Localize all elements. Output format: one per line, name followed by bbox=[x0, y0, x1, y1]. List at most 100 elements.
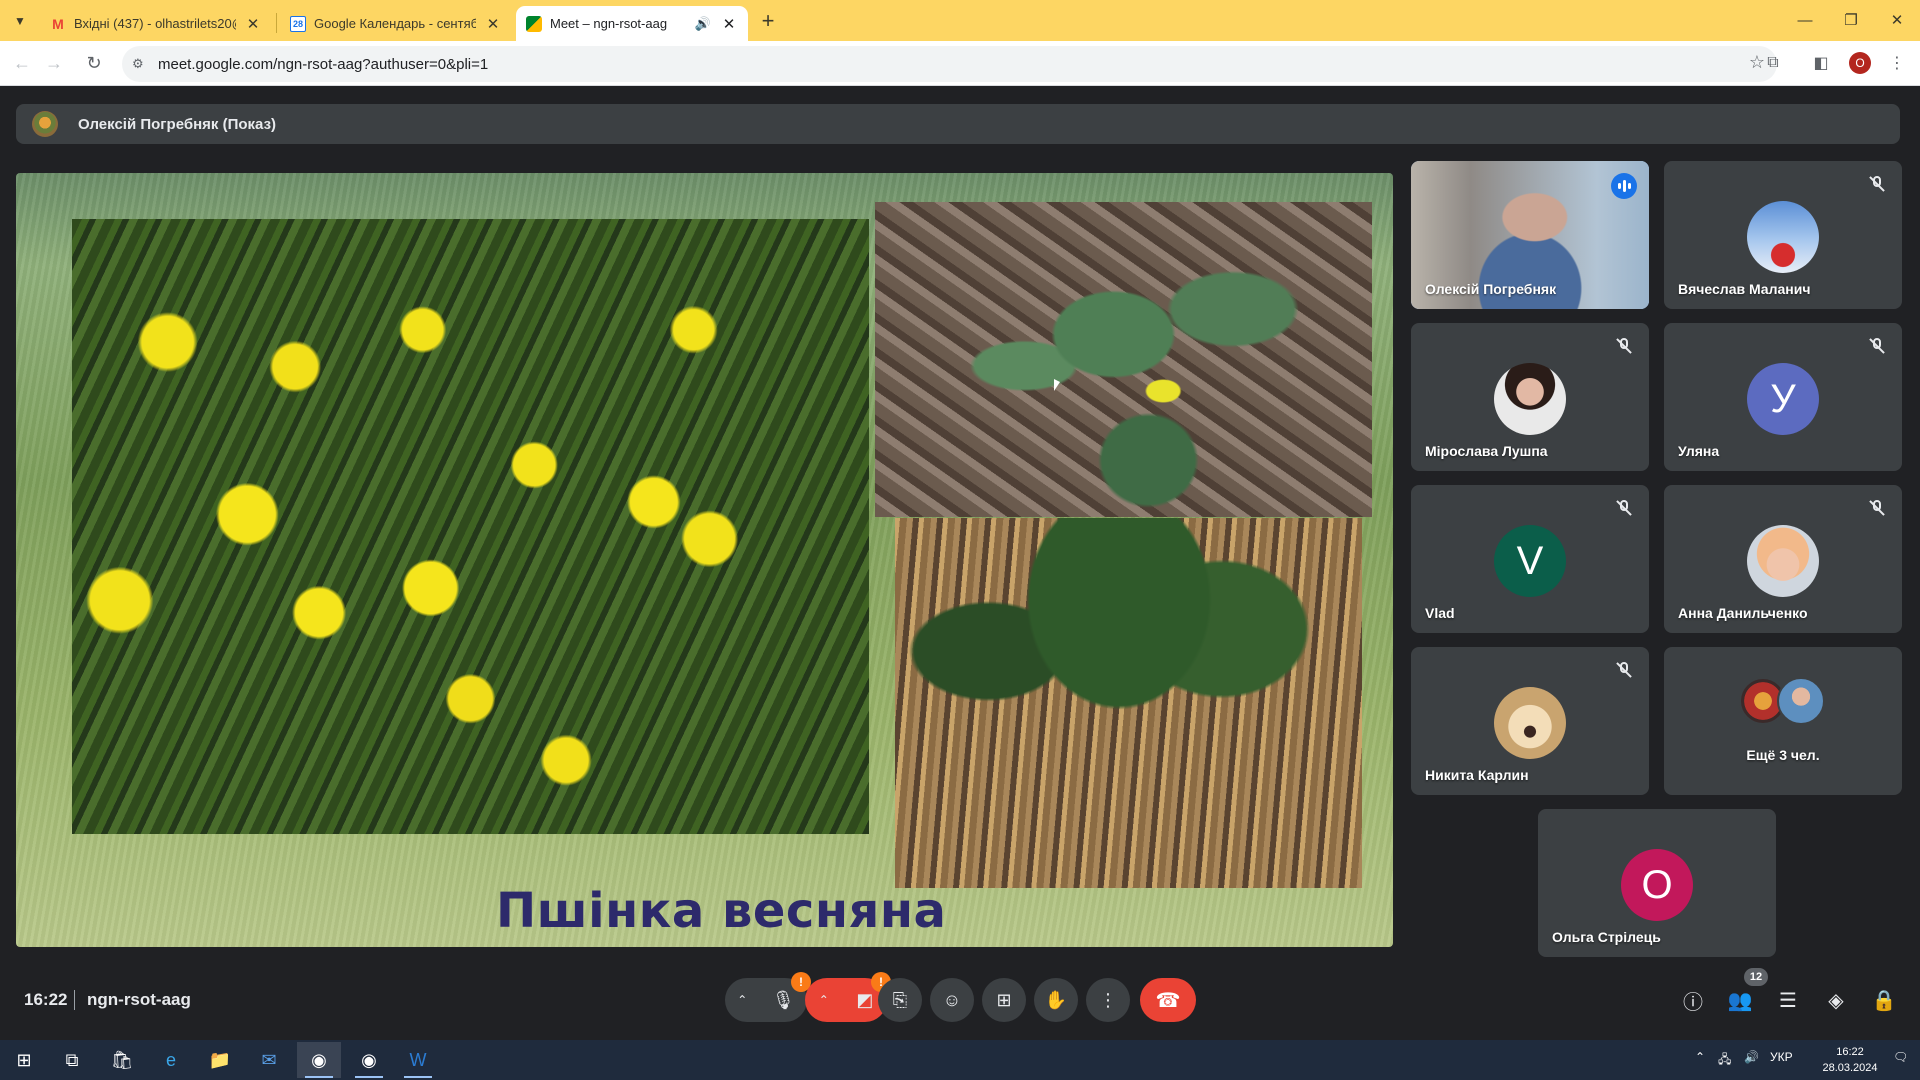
windows-start-icon[interactable]: ⊞ bbox=[2, 1042, 46, 1078]
captions-icon: ⎘ bbox=[892, 989, 908, 1010]
hand-icon: ✋ bbox=[1044, 989, 1068, 1010]
participant-tile[interactable]: Вячеслав Маланич bbox=[1664, 161, 1902, 309]
url-text[interactable]: meet.google.com/ngn-rsot-aag?authuser=0&… bbox=[158, 56, 488, 73]
chevron-up-icon[interactable]: ⌃ bbox=[819, 993, 829, 1007]
extensions-icon[interactable]: ⧉ bbox=[1760, 50, 1786, 76]
participant-tile-self[interactable]: О Ольга Стрілець bbox=[1538, 809, 1776, 957]
profile-avatar[interactable]: О bbox=[1849, 52, 1871, 74]
activities-icon[interactable]: ◈ bbox=[1820, 984, 1852, 1016]
gmail-icon: M bbox=[52, 15, 64, 32]
close-window-icon[interactable]: ✕ bbox=[1874, 6, 1920, 34]
language-indicator[interactable]: УКР bbox=[1770, 1050, 1793, 1064]
address-bar[interactable]: ⚙ meet.google.com/ngn-rsot-aag?authuser=… bbox=[122, 46, 1777, 82]
mic-off-icon bbox=[1868, 337, 1886, 355]
more-participants-label: Ещё 3 чел. bbox=[1746, 747, 1820, 763]
meeting-code: ngn-rsot-aag bbox=[87, 990, 191, 1009]
tab-meet[interactable]: Meet – ngn-rsot-aag 🔊 ✕ bbox=[516, 6, 748, 41]
system-clock[interactable]: 16:22 28.03.2024 bbox=[1815, 1044, 1885, 1076]
speaker-icon[interactable]: 🔊 bbox=[694, 15, 712, 33]
mic-off-icon bbox=[1868, 499, 1886, 517]
presenter-bar: Олексій Погребняк (Показ) bbox=[16, 104, 1900, 144]
tab-title: Google Календарь - сентябрь bbox=[314, 16, 476, 31]
emoji-reactions-button[interactable]: ☺ bbox=[930, 978, 974, 1022]
tray-chevron-icon[interactable]: ⌃ bbox=[1695, 1050, 1705, 1064]
mail-icon[interactable]: ✉ bbox=[247, 1042, 291, 1078]
tab-gmail[interactable]: M Вхідні (437) - olhastrilets20@gmail.co… bbox=[40, 6, 272, 41]
avatar bbox=[1747, 201, 1819, 273]
file-explorer-icon[interactable]: 📁 bbox=[198, 1042, 242, 1078]
site-info-icon[interactable]: ⚙ bbox=[132, 56, 148, 72]
slide-photo-sprout bbox=[875, 202, 1372, 517]
minimize-icon[interactable]: — bbox=[1782, 6, 1828, 34]
participant-name: Ольга Стрілець bbox=[1552, 929, 1661, 945]
participant-tile[interactable]: Мірослава Лушпа bbox=[1411, 323, 1649, 471]
clock-time: 16:22 bbox=[1836, 1046, 1864, 1058]
participant-tile-active-speaker[interactable]: Олексій Погребняк bbox=[1411, 161, 1649, 309]
mouse-cursor-icon bbox=[1054, 379, 1060, 391]
tab-search-chevron-icon[interactable]: ▼ bbox=[8, 9, 32, 33]
presentation-slide: Пшінка весняна bbox=[16, 173, 1393, 947]
participant-tile[interactable]: Никита Карлин bbox=[1411, 647, 1649, 795]
browser-menu-icon[interactable]: ⋮ bbox=[1884, 50, 1910, 76]
more-options-button[interactable]: ⋮ bbox=[1086, 978, 1130, 1022]
raise-hand-button[interactable]: ✋ bbox=[1034, 978, 1078, 1022]
participant-name: Никита Карлин bbox=[1425, 767, 1529, 783]
notifications-icon[interactable]: 🗨 bbox=[1893, 1050, 1908, 1064]
tab-calendar[interactable]: 28 Google Календарь - сентябрь ✕ bbox=[280, 6, 512, 41]
new-tab-button[interactable]: + bbox=[756, 8, 780, 33]
windows-taskbar: ⊞ ⧉ 🛍 e 📁 ✉ ◉ ◉ W ⌃ 🖧 🔊 УКР 16:22 28.03.… bbox=[0, 1040, 1920, 1080]
microphone-button[interactable]: ⌃ 🎙 ! bbox=[725, 972, 811, 1022]
close-icon[interactable]: ✕ bbox=[484, 15, 502, 33]
slide-title: Пшінка весняна bbox=[496, 883, 947, 939]
participant-tile[interactable]: У Уляна bbox=[1664, 323, 1902, 471]
store-icon[interactable]: 🛍 bbox=[100, 1042, 144, 1078]
participant-name: Анна Данильченко bbox=[1678, 605, 1808, 621]
back-icon[interactable]: ← bbox=[8, 49, 36, 77]
meeting-info-icon[interactable]: ⓘ bbox=[1677, 984, 1709, 1016]
avatar: О bbox=[1621, 849, 1693, 921]
task-view-icon[interactable]: ⧉ bbox=[50, 1042, 94, 1078]
participant-tile[interactable]: V Vlad bbox=[1411, 485, 1649, 633]
chrome-profile-icon[interactable]: ◉ bbox=[347, 1042, 391, 1078]
camera-button[interactable]: ⌃ ◩ ! bbox=[805, 972, 891, 1022]
avatar: У bbox=[1747, 363, 1819, 435]
phone-hangup-icon: ☎ bbox=[1155, 989, 1181, 1012]
microphone-icon: 🎙 bbox=[771, 989, 795, 1010]
divider bbox=[74, 990, 75, 1010]
avatar: V bbox=[1494, 525, 1566, 597]
tab-divider bbox=[276, 13, 277, 33]
chat-icon[interactable]: ☰ bbox=[1772, 984, 1804, 1016]
edge-icon[interactable]: e bbox=[149, 1042, 193, 1078]
network-icon[interactable]: 🖧 bbox=[1718, 1050, 1731, 1071]
browser-toolbar: ← → ↻ ⚙ meet.google.com/ngn-rsot-aag?aut… bbox=[0, 41, 1920, 86]
participant-name: Олексій Погребняк bbox=[1425, 281, 1557, 297]
emoji-icon: ☺ bbox=[942, 989, 962, 1010]
more-participants-avatars bbox=[1739, 677, 1827, 727]
host-controls-icon[interactable]: 🔒 bbox=[1868, 984, 1900, 1016]
tab-title: Meet – ngn-rsot-aag bbox=[550, 16, 668, 31]
close-icon[interactable]: ✕ bbox=[244, 15, 262, 33]
meet-icon bbox=[526, 15, 542, 32]
people-icon[interactable]: 👥 bbox=[1724, 984, 1756, 1016]
captions-button[interactable]: ⎘ bbox=[878, 978, 922, 1022]
chrome-icon[interactable]: ◉ bbox=[297, 1042, 341, 1078]
slide-photo-flowers bbox=[72, 219, 869, 834]
leave-call-button[interactable]: ☎ bbox=[1140, 978, 1196, 1022]
participant-tile[interactable]: Анна Данильченко bbox=[1664, 485, 1902, 633]
volume-icon[interactable]: 🔊 bbox=[1744, 1050, 1759, 1064]
clock-date: 28.03.2024 bbox=[1822, 1062, 1878, 1074]
word-icon[interactable]: W bbox=[396, 1042, 440, 1078]
present-screen-button[interactable]: ⊞ bbox=[982, 978, 1026, 1022]
forward-icon[interactable]: → bbox=[40, 49, 68, 77]
side-panel-icon[interactable]: ◧ bbox=[1808, 50, 1834, 76]
speaking-indicator-icon bbox=[1611, 173, 1637, 199]
avatar bbox=[1494, 363, 1566, 435]
reload-icon[interactable]: ↻ bbox=[80, 49, 108, 77]
presenter-avatar bbox=[32, 111, 58, 137]
calendar-icon: 28 bbox=[290, 15, 306, 32]
restore-icon[interactable]: ❐ bbox=[1828, 6, 1874, 34]
close-icon[interactable]: ✕ bbox=[720, 15, 738, 33]
participant-tile-more[interactable]: Ещё 3 чел. bbox=[1664, 647, 1902, 795]
chevron-up-icon[interactable]: ⌃ bbox=[737, 993, 747, 1007]
mic-off-icon bbox=[1615, 661, 1633, 679]
